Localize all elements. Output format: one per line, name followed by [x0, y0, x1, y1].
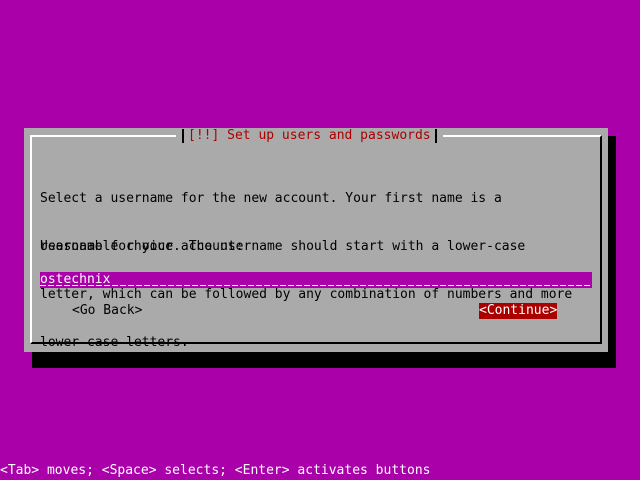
title-left-tee: [182, 129, 184, 143]
username-field-label: Username for your account:: [40, 239, 244, 254]
title-right-tee: [434, 129, 437, 143]
go-back-button[interactable]: <Go Back>: [72, 303, 142, 319]
username-input-value: ostechnix: [40, 272, 111, 287]
description-line: letter, which can be followed by any com…: [40, 287, 573, 302]
input-underline: [40, 285, 592, 286]
dialog-title-bar: [!!] Set up users and passwords: [176, 128, 443, 144]
dialog-description: Select a username for the new account. Y…: [40, 159, 600, 383]
continue-button[interactable]: <Continue>: [479, 303, 558, 319]
username-input[interactable]: ostechnix: [40, 272, 592, 288]
description-line: lower-case letters.: [40, 335, 189, 350]
keyboard-help-line: <Tab> moves; <Space> selects; <Enter> ac…: [0, 463, 431, 478]
dialog-title: [!!] Set up users and passwords: [188, 128, 431, 143]
installer-dialog: [!!] Set up users and passwords Select a…: [24, 128, 608, 352]
description-line: Select a username for the new account. Y…: [40, 191, 502, 206]
